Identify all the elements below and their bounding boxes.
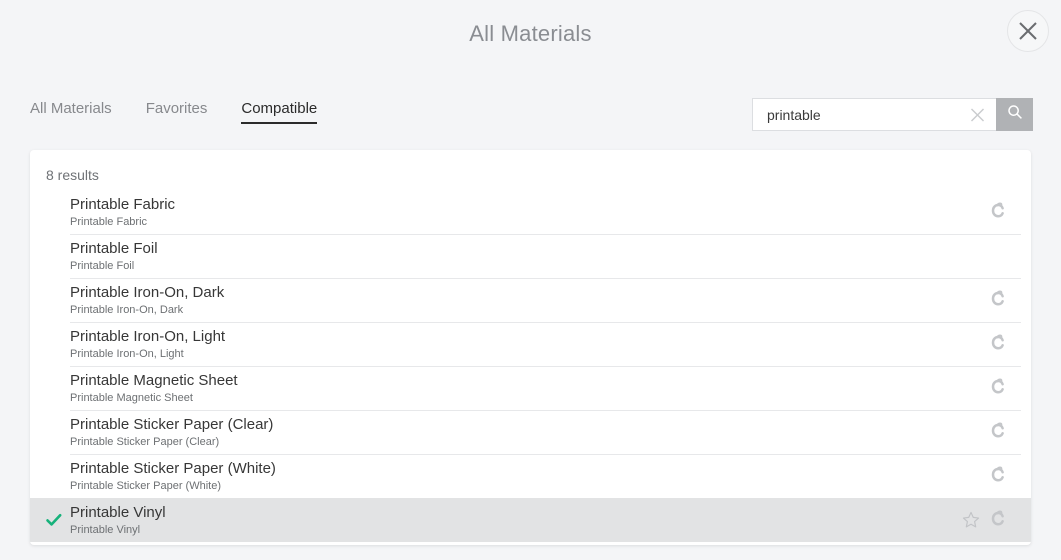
dialog-header: All Materials: [0, 0, 1061, 68]
row-icons: [962, 334, 1031, 354]
material-subtitle: Printable Foil: [70, 259, 135, 272]
list-item[interactable]: Printable Iron-On, Light Printable Iron-O…: [30, 322, 1031, 366]
favorite-star-icon: [962, 466, 980, 486]
material-subtitle: Printable Magnetic Sheet: [70, 391, 193, 404]
cricut-brand-icon: [989, 466, 1007, 486]
tab-bar: All Materials Favorites Compatible: [30, 100, 318, 124]
list-item[interactable]: Printable Iron-On, Dark Printable Iron-On…: [30, 278, 1031, 322]
list-item[interactable]: Printable Foil Printable Foil: [30, 234, 1031, 278]
row-text: Printable Fabric Printable Fabric: [70, 196, 962, 229]
list-item[interactable]: Printable Fabric Printable Fabric: [30, 190, 1031, 234]
material-subtitle: Printable Iron-On, Light: [70, 347, 184, 360]
row-icons: [962, 202, 1031, 222]
row-icons: [962, 246, 1031, 266]
row-divider: [70, 278, 1021, 279]
row-icons: [962, 466, 1031, 486]
material-title: Printable Magnetic Sheet: [70, 371, 238, 389]
row-text: Printable Magnetic Sheet Printable Magnet…: [70, 372, 962, 405]
list-item[interactable]: Printable Sticker Paper (Clear) Printable…: [30, 410, 1031, 454]
list-item[interactable]: Printable Vinyl Printable Vinyl: [30, 498, 1031, 542]
favorite-star-icon[interactable]: [962, 510, 980, 530]
row-divider: [70, 410, 1021, 411]
search-button[interactable]: [996, 98, 1033, 131]
material-subtitle: Printable Sticker Paper (Clear): [70, 435, 220, 448]
row-text: Printable Sticker Paper (Clear) Printable…: [70, 416, 962, 449]
cricut-brand-icon: [989, 378, 1007, 398]
material-title: Printable Sticker Paper (White): [70, 459, 276, 477]
results-card: 8 results Printable Fabric Printable Fabr…: [30, 150, 1031, 545]
favorite-star-icon: [962, 290, 980, 310]
material-title: Printable Vinyl: [70, 503, 166, 521]
row-divider: [70, 322, 1021, 323]
search-field: [752, 98, 996, 131]
cricut-brand-icon: [989, 334, 1007, 354]
row-text: Printable Iron-On, Light Printable Iron-O…: [70, 328, 962, 361]
cricut-brand-icon: [989, 290, 1007, 310]
results-count: 8 results: [46, 167, 99, 183]
cricut-brand-icon: [989, 202, 1007, 222]
row-text: Printable Foil Printable Foil: [70, 240, 962, 273]
close-icon: [1017, 20, 1039, 42]
row-text: Printable Vinyl Printable Vinyl: [70, 504, 962, 537]
close-button[interactable]: [1007, 10, 1049, 52]
list-item[interactable]: Printable Magnetic Sheet Printable Magnet…: [30, 366, 1031, 410]
materials-list: Printable Fabric Printable Fabric Printabl…: [30, 190, 1031, 542]
material-title: Printable Iron-On, Dark: [70, 283, 225, 301]
cricut-brand-icon: [989, 510, 1007, 530]
tab-favorites[interactable]: Favorites: [146, 100, 208, 124]
material-title: Printable Fabric: [70, 195, 176, 213]
search-bar: [752, 98, 1033, 131]
row-icons: [962, 422, 1031, 442]
row-icons: [962, 378, 1031, 398]
favorite-star-icon: [962, 246, 980, 266]
row-icons: [962, 510, 1031, 530]
cricut-brand-icon: [989, 246, 1007, 266]
row-icons: [962, 290, 1031, 310]
favorite-star-icon: [962, 378, 980, 398]
material-title: Printable Sticker Paper (Clear): [70, 415, 274, 433]
list-item[interactable]: Printable Sticker Paper (White) Printable…: [30, 454, 1031, 498]
row-divider: [70, 366, 1021, 367]
favorite-star-icon: [962, 422, 980, 442]
row-text: Printable Iron-On, Dark Printable Iron-On…: [70, 284, 962, 317]
row-divider: [70, 454, 1021, 455]
material-subtitle: Printable Sticker Paper (White): [70, 479, 221, 492]
material-subtitle: Printable Vinyl: [70, 523, 141, 536]
material-title: Printable Foil: [70, 239, 158, 257]
favorite-star-icon: [962, 334, 980, 354]
row-divider: [70, 234, 1021, 235]
row-text: Printable Sticker Paper (White) Printable…: [70, 460, 962, 493]
favorite-star-icon: [962, 202, 980, 222]
search-icon: [1007, 104, 1023, 125]
selected-check-icon: [30, 511, 70, 529]
material-subtitle: Printable Fabric: [70, 215, 148, 228]
material-subtitle: Printable Iron-On, Dark: [70, 303, 184, 316]
tab-compatible[interactable]: Compatible: [241, 100, 318, 124]
clear-search-icon[interactable]: [969, 106, 986, 123]
material-title: Printable Iron-On, Light: [70, 327, 226, 345]
tab-all-materials[interactable]: All Materials: [30, 100, 112, 124]
page-title: All Materials: [469, 21, 592, 46]
search-input[interactable]: [753, 99, 957, 130]
cricut-brand-icon: [989, 422, 1007, 442]
